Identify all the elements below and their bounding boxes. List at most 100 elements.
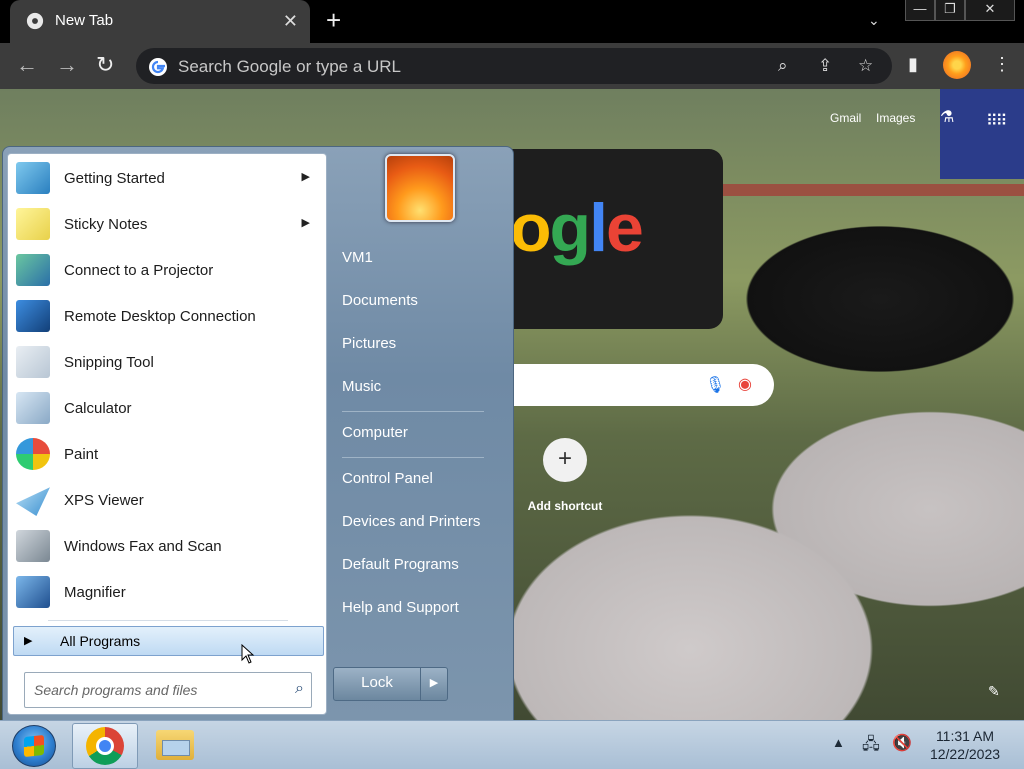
program-getting-started[interactable]: Getting Started ▶: [12, 156, 320, 200]
all-programs-button[interactable]: ▶ All Programs: [13, 626, 324, 656]
submenu-arrow-icon: ▶: [301, 217, 310, 229]
tab-search-icon[interactable]: ⌄: [868, 12, 880, 29]
start-link-devices-printers[interactable]: Devices and Printers: [342, 513, 480, 530]
program-label: Remote Desktop Connection: [64, 308, 256, 325]
divider: [342, 457, 484, 458]
forward-button[interactable]: →: [56, 52, 78, 78]
voice-search-icon[interactable]: 🎙: [705, 375, 725, 395]
program-calculator[interactable]: Calculator: [12, 386, 320, 430]
divider: [342, 411, 484, 412]
program-label: Snipping Tool: [64, 354, 154, 371]
start-link-control-panel[interactable]: Control Panel: [342, 470, 433, 487]
expand-arrow-icon: ▶: [24, 635, 33, 647]
clock-time: 11:31 AM: [935, 728, 995, 744]
reload-button[interactable]: ↻: [96, 52, 114, 78]
shutdown-options-arrow-icon[interactable]: ▶: [420, 667, 448, 701]
program-label: XPS Viewer: [64, 492, 144, 509]
start-menu: Getting Started ▶ Sticky Notes ▶ Connect…: [2, 146, 514, 722]
wallpaper-patch: [940, 89, 1024, 179]
ntp-search-box[interactable]: 🎙 ◉: [470, 364, 774, 406]
program-sticky-notes[interactable]: Sticky Notes ▶: [12, 202, 320, 246]
program-connect-projector[interactable]: Connect to a Projector: [12, 248, 320, 292]
divider: [48, 620, 288, 621]
submenu-arrow-icon: ▶: [301, 171, 310, 183]
add-shortcut-label: Add shortcut: [527, 499, 603, 513]
back-button[interactable]: ←: [16, 52, 38, 78]
user-avatar[interactable]: [385, 154, 455, 222]
google-icon: [149, 58, 167, 76]
start-link-music[interactable]: Music: [342, 378, 381, 395]
folder-icon: [156, 730, 194, 760]
program-label: Sticky Notes: [64, 216, 148, 233]
chrome-icon: [86, 727, 124, 765]
taskbar-explorer[interactable]: [142, 723, 206, 767]
taskbar-chrome[interactable]: [72, 723, 138, 769]
all-programs-label: All Programs: [60, 633, 141, 649]
add-shortcut-button[interactable]: +: [543, 438, 587, 482]
chrome-icon: [26, 12, 44, 30]
paint-palette-icon: [16, 438, 50, 470]
windows-logo-icon: [24, 734, 44, 758]
projector-icon: [16, 254, 50, 286]
start-link-documents[interactable]: Documents: [342, 292, 418, 309]
program-label: Windows Fax and Scan: [64, 538, 222, 555]
program-fax-scan[interactable]: Windows Fax and Scan: [12, 524, 320, 568]
apps-grid-icon[interactable]: ⠿⠿: [986, 111, 1007, 131]
system-clock[interactable]: 11:31 AM 12/22/2023: [920, 727, 1010, 763]
start-programs-pane: Getting Started ▶ Sticky Notes ▶ Connect…: [7, 153, 327, 715]
sticky-notes-icon: [16, 208, 50, 240]
zoom-icon[interactable]: ⌕: [778, 56, 788, 76]
start-link-default-programs[interactable]: Default Programs: [342, 556, 459, 573]
bookmark-star-icon[interactable]: ☆: [858, 56, 873, 76]
gmail-link[interactable]: Gmail: [830, 111, 861, 125]
program-label: Connect to a Projector: [64, 262, 214, 279]
program-label: Calculator: [64, 400, 132, 417]
clock-date: 12/22/2023: [929, 746, 1001, 762]
program-label: Paint: [64, 446, 99, 463]
doodle-logo: ogle: [510, 190, 644, 266]
browser-toolbar: ← → ↻ Search Google or type a URL ⌕ ⇪ ☆ …: [0, 43, 1024, 89]
mouse-cursor-icon: [241, 644, 255, 664]
side-panel-icon[interactable]: ▮: [908, 54, 918, 75]
tab-title: New Tab: [55, 12, 114, 29]
share-icon[interactable]: ⇪: [818, 56, 832, 76]
program-xps-viewer[interactable]: XPS Viewer: [12, 478, 320, 522]
address-bar[interactable]: Search Google or type a URL ⌕ ⇪ ☆: [136, 48, 892, 84]
program-snipping-tool[interactable]: Snipping Tool: [12, 340, 320, 384]
program-label: Getting Started: [64, 170, 165, 187]
tab-strip: New Tab ✕ + ⌄ — ❐ ✕: [0, 0, 1024, 43]
taskbar: ▲ 🖧 🔇 11:31 AM 12/22/2023: [0, 720, 1024, 769]
search-icon: ⌕: [295, 680, 304, 697]
scissors-icon: [16, 346, 50, 378]
close-window-button[interactable]: ✕: [965, 0, 1015, 21]
search-programs-input[interactable]: Search programs and files ⌕: [24, 672, 312, 708]
close-tab-icon[interactable]: ✕: [283, 11, 298, 32]
network-icon[interactable]: 🖧: [862, 733, 880, 760]
program-label: Magnifier: [64, 584, 126, 601]
lock-button[interactable]: Lock: [333, 667, 421, 701]
tab-new-tab[interactable]: New Tab ✕: [10, 0, 310, 43]
new-tab-button[interactable]: +: [326, 7, 341, 33]
start-link-pictures[interactable]: Pictures: [342, 335, 396, 352]
program-remote-desktop[interactable]: Remote Desktop Connection: [12, 294, 320, 338]
tray-expand-icon[interactable]: ▲: [832, 735, 845, 750]
getting-started-icon: [16, 162, 50, 194]
start-link-help-support[interactable]: Help and Support: [342, 599, 459, 616]
profile-avatar[interactable]: [943, 51, 971, 79]
start-link-computer[interactable]: Computer: [342, 424, 408, 441]
address-placeholder: Search Google or type a URL: [178, 57, 402, 76]
menu-kebab-icon[interactable]: ⋮: [993, 54, 1011, 75]
volume-muted-icon[interactable]: 🔇: [892, 733, 912, 753]
program-paint[interactable]: Paint: [12, 432, 320, 476]
start-link-vm1[interactable]: VM1: [342, 249, 373, 266]
labs-flask-icon[interactable]: ⚗: [940, 107, 954, 127]
customize-pencil-icon[interactable]: ✎: [988, 683, 1000, 700]
start-button[interactable]: [12, 725, 56, 767]
program-magnifier[interactable]: Magnifier: [12, 570, 320, 614]
search-placeholder: Search programs and files: [34, 682, 198, 698]
remote-desktop-icon: [16, 300, 50, 332]
images-link[interactable]: Images: [876, 111, 915, 125]
maximize-button[interactable]: ❐: [935, 0, 965, 21]
lens-camera-icon[interactable]: ◉: [738, 374, 752, 394]
minimize-button[interactable]: —: [905, 0, 935, 21]
